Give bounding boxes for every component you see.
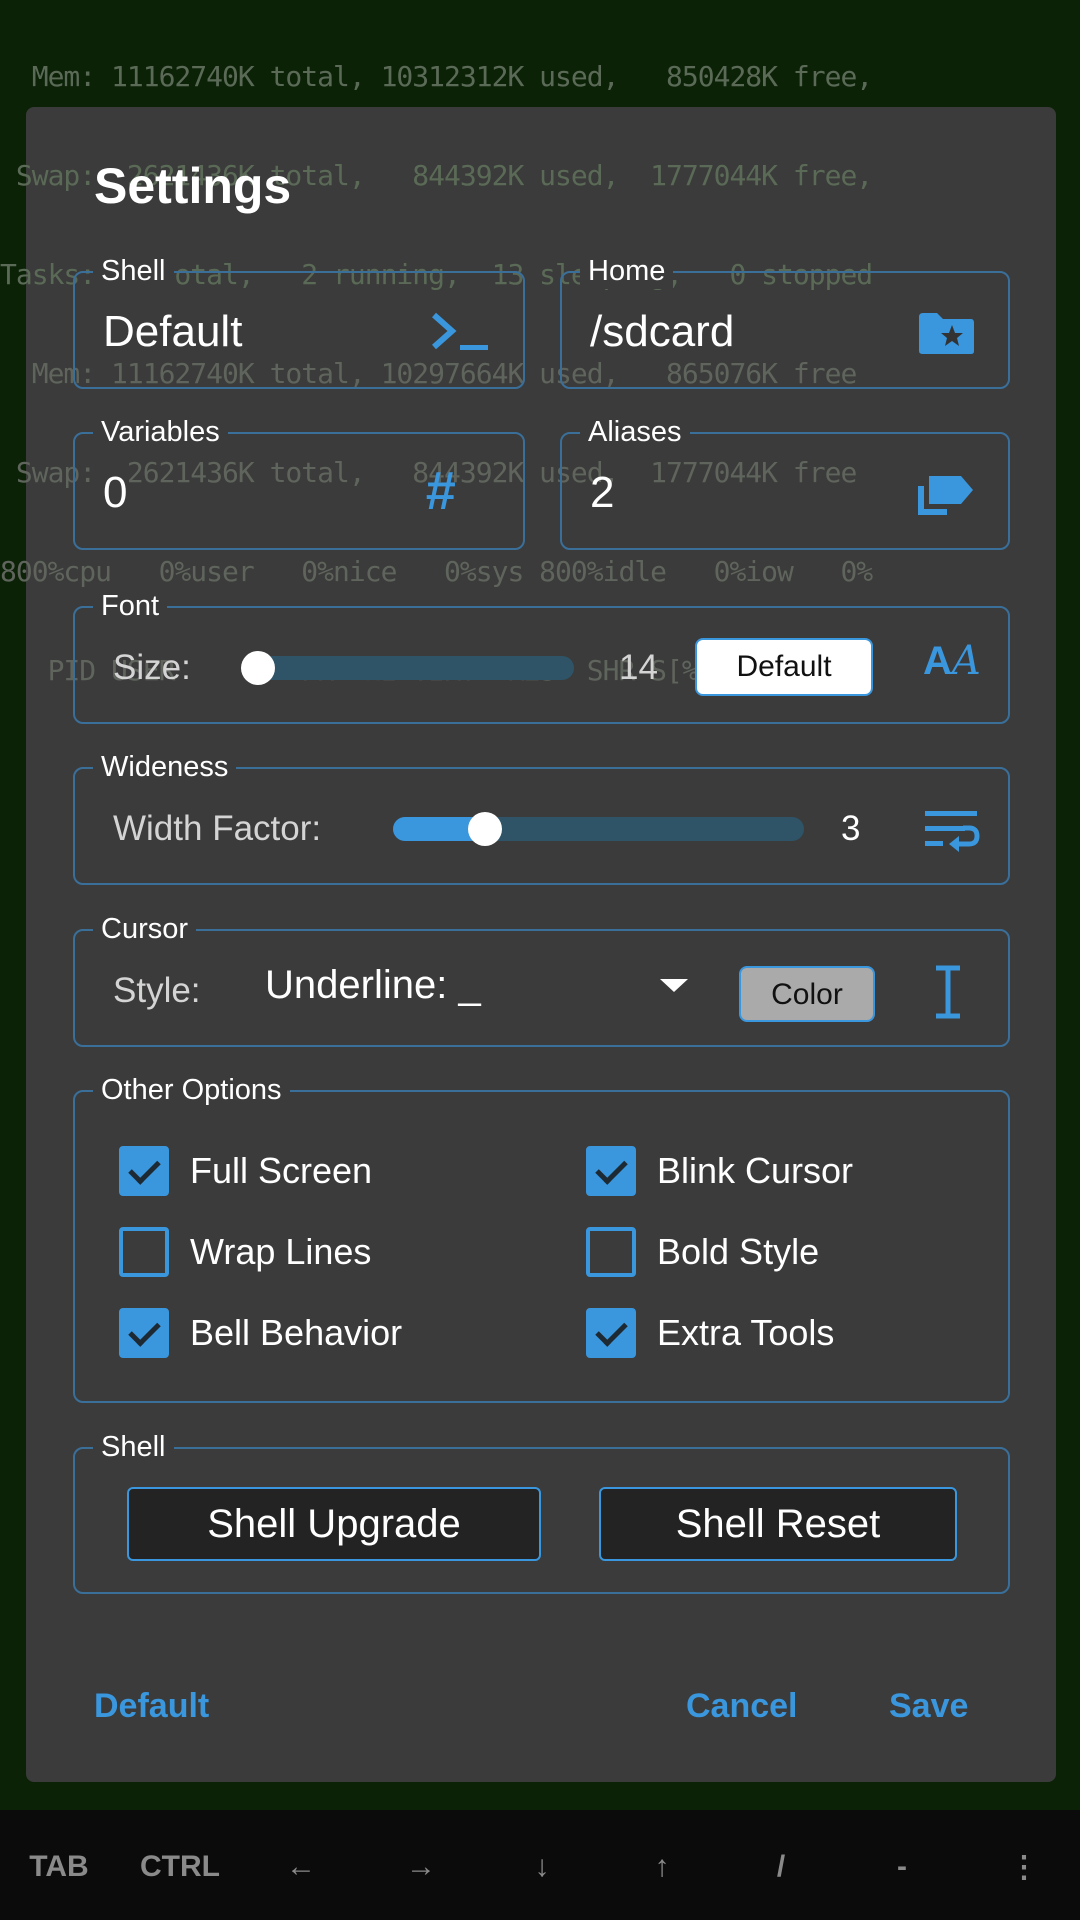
cursor-style-value: Underline: _ — [265, 963, 481, 1007]
font-label: Font — [93, 588, 168, 624]
slider-thumb[interactable] — [241, 651, 275, 685]
extra-tools-label: Extra Tools — [657, 1312, 835, 1353]
wrap-text-icon — [925, 811, 980, 852]
home-label: Home — [580, 253, 674, 289]
home-value: /sdcard — [590, 307, 735, 356]
aliases-value: 2 — [590, 468, 615, 517]
chevron-down-icon — [660, 979, 688, 992]
wideness-label: Wideness — [93, 749, 237, 785]
font-size-value: 14 — [619, 648, 658, 687]
shell-value: Default — [103, 307, 243, 356]
key-left-arrow[interactable]: ← — [286, 1850, 316, 1884]
font-size-icon: AA — [923, 638, 981, 684]
slider-thumb[interactable] — [468, 812, 502, 846]
shell-group-label: Shell — [93, 1429, 174, 1465]
wideness-group: Wideness Width Factor: 3 — [73, 749, 1010, 885]
shell-reset-button[interactable]: Shell Reset — [599, 1487, 957, 1561]
home-field[interactable]: Home /sdcard — [560, 253, 1010, 389]
key-more-menu[interactable]: ⋮ — [1009, 1850, 1039, 1885]
dialog-title: Settings — [94, 158, 292, 214]
default-button[interactable]: Default — [94, 1687, 209, 1726]
blink-cursor-label: Blink Cursor — [657, 1150, 854, 1191]
variables-value: 0 — [103, 468, 128, 517]
label-copy-icon — [918, 476, 973, 515]
extra-tools-checkbox[interactable] — [586, 1308, 636, 1358]
bell-behavior-checkbox[interactable] — [119, 1308, 169, 1358]
other-options-group: Other Options Full Screen Blink Cursor W… — [73, 1072, 1010, 1403]
shell-label: Shell — [93, 253, 174, 289]
key-tab[interactable]: TAB — [29, 1850, 88, 1884]
wrap-lines-checkbox[interactable] — [119, 1227, 169, 1277]
cursor-label: Cursor — [93, 911, 197, 947]
shell-actions-group: Shell Shell Upgrade Shell Reset — [73, 1429, 1010, 1594]
font-size-label: Size: — [113, 648, 191, 687]
wrap-lines-label: Wrap Lines — [190, 1231, 372, 1272]
bold-style-checkbox[interactable] — [586, 1227, 636, 1277]
cursor-color-button[interactable]: Color — [739, 966, 875, 1022]
terminal-line: Mem: 11162740K total, 10312312K used, 85… — [0, 60, 873, 93]
hash-icon: # — [425, 461, 456, 521]
folder-star-icon — [919, 313, 974, 354]
cursor-group: Cursor Style: Underline: _ Color — [73, 911, 1010, 1047]
font-group: Font Size: 14 Default AA — [73, 588, 1010, 724]
full-screen-checkbox[interactable] — [119, 1146, 169, 1196]
key-dash[interactable]: - — [897, 1850, 907, 1884]
terminal-prompt-icon — [432, 312, 488, 350]
bold-style-label: Bold Style — [657, 1231, 820, 1272]
width-factor-value: 3 — [841, 809, 861, 848]
aliases-label: Aliases — [580, 414, 690, 450]
width-factor-slider[interactable] — [393, 812, 804, 846]
cancel-button[interactable]: Cancel — [686, 1687, 798, 1726]
other-options-label: Other Options — [93, 1072, 290, 1108]
blink-cursor-checkbox[interactable] — [586, 1146, 636, 1196]
aliases-field[interactable]: Aliases 2 — [560, 414, 1010, 550]
text-cursor-icon — [936, 965, 960, 1019]
key-slash[interactable]: / — [777, 1850, 785, 1884]
variables-label: Variables — [93, 414, 228, 450]
settings-dialog: Settings Shell Default Home /sdcard Vari… — [26, 107, 1056, 1782]
full-screen-label: Full Screen — [190, 1150, 373, 1191]
font-size-slider[interactable] — [241, 651, 574, 685]
save-button[interactable]: Save — [889, 1687, 968, 1726]
extra-keys-bar: TAB CTRL ← → ↓ ↑ / - ⋮ — [0, 1810, 1080, 1920]
width-factor-label: Width Factor: — [113, 809, 322, 848]
key-down-arrow[interactable]: ↓ — [535, 1850, 550, 1884]
font-default-button[interactable]: Default — [695, 638, 873, 696]
shell-upgrade-button[interactable]: Shell Upgrade — [127, 1487, 541, 1561]
cursor-style-label: Style: — [113, 971, 201, 1010]
bell-behavior-label: Bell Behavior — [190, 1312, 403, 1353]
key-ctrl[interactable]: CTRL — [140, 1850, 220, 1884]
variables-field[interactable]: Variables 0 # — [73, 414, 525, 550]
shell-field[interactable]: Shell Default — [73, 253, 525, 389]
key-up-arrow[interactable]: ↑ — [655, 1850, 670, 1884]
cursor-style-dropdown[interactable]: Underline: _ — [265, 951, 695, 1021]
key-right-arrow[interactable]: → — [406, 1850, 436, 1884]
